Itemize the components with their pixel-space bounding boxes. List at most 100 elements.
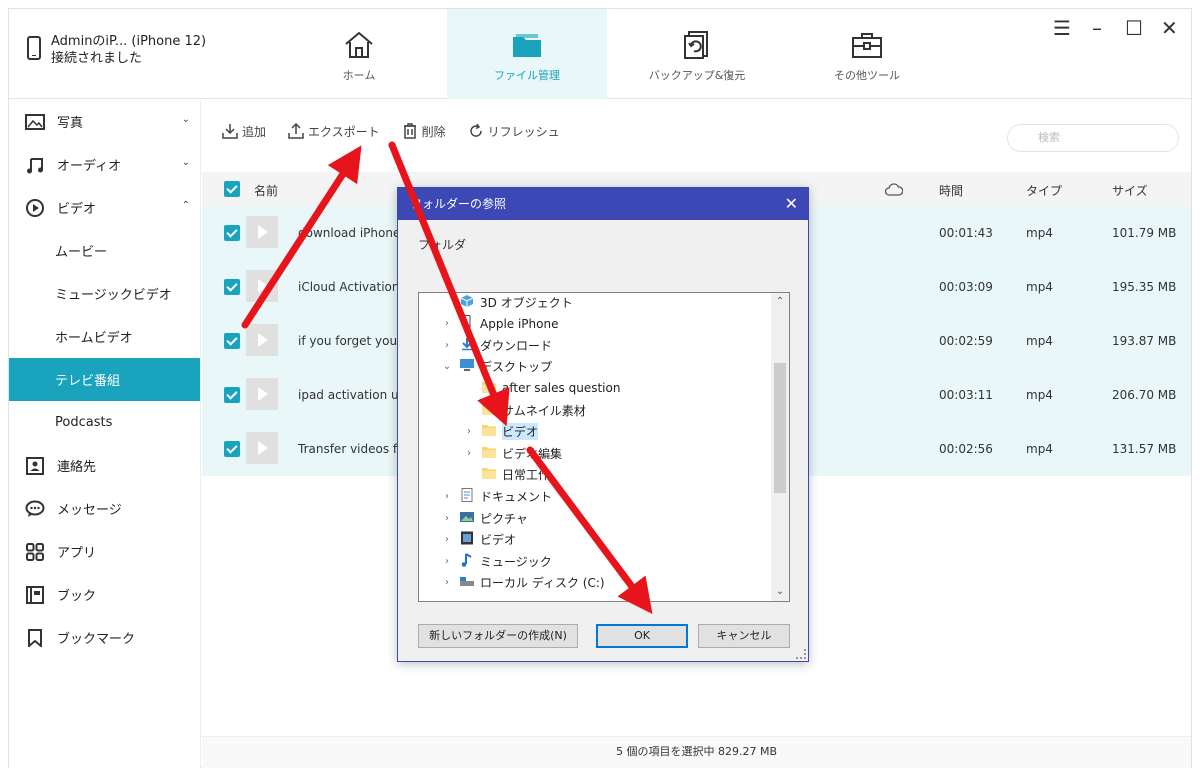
scroll-up-icon[interactable]: ⌃: [771, 293, 789, 311]
folder-tree-item[interactable]: ⌄ デスクトップ: [419, 356, 771, 378]
row-size: 206.70 MB: [1112, 388, 1177, 402]
select-all-checkbox[interactable]: [224, 181, 240, 197]
collapsed-chevron-icon[interactable]: ›: [441, 513, 453, 524]
add-button[interactable]: 追加: [222, 123, 266, 140]
chevron-down-icon[interactable]: ⌄: [182, 157, 190, 168]
folder-tree-item[interactable]: › ビデオ編集: [419, 442, 771, 464]
sidebar-subitem-podcasts[interactable]: Podcasts: [9, 401, 200, 444]
folder-icon: [475, 380, 502, 397]
sidebar-subitem-tv-shows[interactable]: テレビ番組: [9, 358, 200, 401]
collapsed-chevron-icon[interactable]: ›: [463, 426, 475, 437]
sidebar-item-bookmarks[interactable]: ブックマーク: [9, 616, 200, 659]
tab-file-management-label: ファイル管理: [494, 69, 560, 82]
maximize-icon[interactable]: ☐: [1125, 17, 1143, 39]
export-button[interactable]: エクスポート: [288, 123, 380, 140]
row-checkbox[interactable]: [224, 225, 240, 241]
ok-button[interactable]: OK: [596, 624, 688, 648]
tree-scrollbar[interactable]: ⌃ ⌄: [771, 293, 789, 601]
folder-tree-item[interactable]: › ビデオ: [419, 421, 771, 443]
column-type[interactable]: タイプ: [1026, 182, 1062, 199]
collapsed-chevron-icon[interactable]: ›: [441, 491, 453, 502]
folder-tree-item[interactable]: after sales question: [419, 377, 771, 399]
column-size[interactable]: サイズ: [1112, 182, 1148, 199]
collapsed-chevron-icon[interactable]: ›: [463, 448, 475, 459]
scroll-down-icon[interactable]: ⌄: [771, 583, 789, 601]
refresh-button-label: リフレッシュ: [487, 124, 560, 139]
row-checkbox[interactable]: [224, 333, 240, 349]
sidebar-subitem-movies[interactable]: ムービー: [9, 229, 200, 272]
add-button-label: 追加: [242, 124, 267, 139]
minimize-icon[interactable]: –: [1089, 17, 1105, 39]
tab-backup-restore[interactable]: バックアップ&復元: [617, 9, 777, 99]
folder-tree[interactable]: 3D オブジェクト › Apple iPhone › ダウンロード ⌄ デスクトップ afte…: [418, 292, 790, 602]
contact-icon: [25, 456, 45, 476]
tab-home[interactable]: ホーム: [279, 9, 439, 99]
video-thumbnail-icon: [246, 324, 278, 356]
backup-restore-icon: [684, 31, 708, 59]
delete-button[interactable]: 削除: [402, 123, 446, 140]
sidebar-item-label: アプリ: [57, 546, 97, 561]
chevron-up-icon[interactable]: ⌃: [182, 200, 190, 211]
sidebar-subitem-home-videos[interactable]: ホームビデオ: [9, 315, 200, 358]
sidebar-item-video[interactable]: ビデオ ⌃: [9, 186, 200, 229]
expanded-chevron-icon[interactable]: ⌄: [441, 361, 453, 372]
collapsed-chevron-icon[interactable]: ›: [441, 340, 453, 351]
row-checkbox[interactable]: [224, 279, 240, 295]
sidebar-item-photos[interactable]: 写真 ⌄: [9, 100, 200, 143]
folder-tree-label: ビデオ: [480, 533, 517, 548]
sidebar-item-label: ブックマーク: [57, 632, 136, 647]
sidebar-item-label: オーディオ: [57, 159, 122, 174]
folder-tree-item[interactable]: › ローカル ディスク (C:): [419, 572, 771, 594]
collapsed-chevron-icon[interactable]: ›: [441, 534, 453, 545]
apps-grid-icon: [25, 542, 45, 562]
folder-tree-label: 3D オブジェクト: [480, 295, 573, 310]
refresh-button[interactable]: リフレッシュ: [468, 123, 560, 140]
close-icon[interactable]: ✕: [785, 188, 798, 220]
dialog-label: フォルダ: [418, 238, 467, 252]
music-note-icon: [25, 155, 45, 175]
folder-tree-item[interactable]: › Apple iPhone: [419, 313, 771, 335]
new-folder-button[interactable]: 新しいフォルダーの作成(N): [418, 624, 578, 648]
resize-grip[interactable]: [796, 649, 806, 659]
folder-tree-item[interactable]: › ドキュメント: [419, 485, 771, 507]
row-name: iCloud Activation: [298, 280, 400, 294]
folder-icon: [475, 445, 502, 462]
chevron-down-icon[interactable]: ⌄: [182, 114, 190, 125]
collapsed-chevron-icon[interactable]: ›: [441, 318, 453, 329]
column-time[interactable]: 時間: [939, 182, 963, 199]
sidebar-item-books[interactable]: ブック: [9, 573, 200, 616]
video-thumbnail-icon: [246, 432, 278, 464]
collapsed-chevron-icon[interactable]: ›: [441, 577, 453, 588]
scroll-thumb[interactable]: [774, 363, 786, 493]
folder-tree-item[interactable]: › ピクチャ: [419, 507, 771, 529]
row-size: 193.87 MB: [1112, 334, 1177, 348]
sidebar-item-contacts[interactable]: 連絡先: [9, 444, 200, 487]
folder-tree-label: ドキュメント: [480, 489, 553, 504]
tab-other-tools[interactable]: その他ツール: [787, 9, 947, 99]
row-checkbox[interactable]: [224, 441, 240, 457]
menu-icon[interactable]: ☰: [1053, 17, 1071, 39]
collapsed-chevron-icon[interactable]: ›: [441, 556, 453, 567]
column-name[interactable]: 名前: [254, 182, 278, 199]
folder-tree-item[interactable]: › ダウンロード: [419, 334, 771, 356]
row-size: 101.79 MB: [1112, 226, 1177, 240]
search-input[interactable]: 検索: [1007, 124, 1179, 152]
folder-tree-item[interactable]: 日常工作: [419, 464, 771, 486]
sidebar-item-messages[interactable]: メッセージ: [9, 487, 200, 530]
folder-tree-item[interactable]: › ミュージック: [419, 550, 771, 572]
row-checkbox[interactable]: [224, 387, 240, 403]
tab-file-management[interactable]: ファイル管理: [447, 9, 607, 99]
dialog-title-bar: フォルダーの参照 ✕: [398, 188, 808, 220]
sidebar-subitem-music-videos[interactable]: ミュージックビデオ: [9, 272, 200, 315]
row-type: mp4: [1026, 226, 1053, 240]
close-icon[interactable]: ✕: [1161, 17, 1178, 39]
folder-tree-item[interactable]: 3D オブジェクト: [419, 293, 771, 313]
sidebar-item-apps[interactable]: アプリ: [9, 530, 200, 573]
folder-tree-item[interactable]: サムネイル素材: [419, 399, 771, 421]
download-folder-icon: [453, 337, 480, 354]
tab-other-tools-label: その他ツール: [834, 69, 900, 82]
sidebar-item-audio[interactable]: オーディオ ⌄: [9, 143, 200, 186]
folder-tree-item[interactable]: › ビデオ: [419, 529, 771, 551]
cancel-button[interactable]: キャンセル: [698, 624, 790, 648]
sidebar-item-label: メッセージ: [57, 503, 122, 518]
